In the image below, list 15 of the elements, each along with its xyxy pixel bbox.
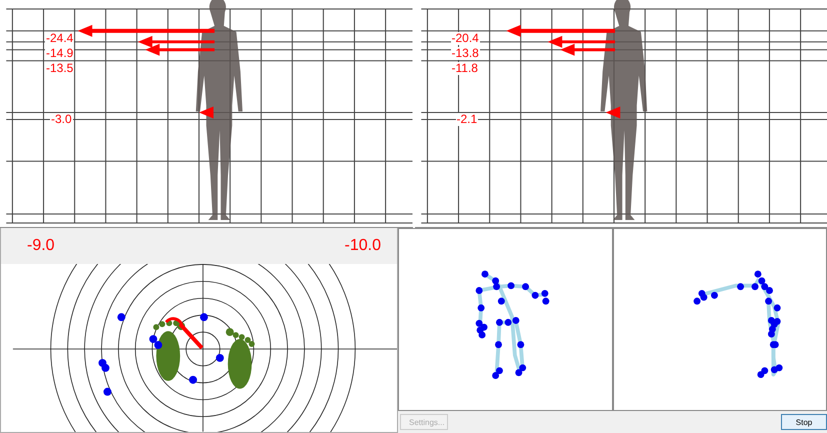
deviation-reading: -14.9 xyxy=(45,47,74,60)
deviation-reading: -13.5 xyxy=(45,62,74,75)
deviation-reading: -11.8 xyxy=(450,62,479,75)
deviation-reading: -3.0 xyxy=(50,113,73,126)
deviation-reading: -13.8 xyxy=(450,47,480,60)
deviation-reading: -20.4 xyxy=(450,32,480,45)
deviation-arrow xyxy=(199,106,214,118)
right-reading: -10.0 xyxy=(344,237,381,255)
deviation-reading: -24.4 xyxy=(45,32,74,45)
action-button[interactable]: Stop xyxy=(781,414,827,430)
deviation-arrow xyxy=(145,44,215,56)
deviation-reading: -2.1 xyxy=(456,113,478,126)
deviation-arrow xyxy=(605,106,620,118)
deviation-arrow xyxy=(560,44,615,56)
left-reading: -9.0 xyxy=(27,237,55,255)
